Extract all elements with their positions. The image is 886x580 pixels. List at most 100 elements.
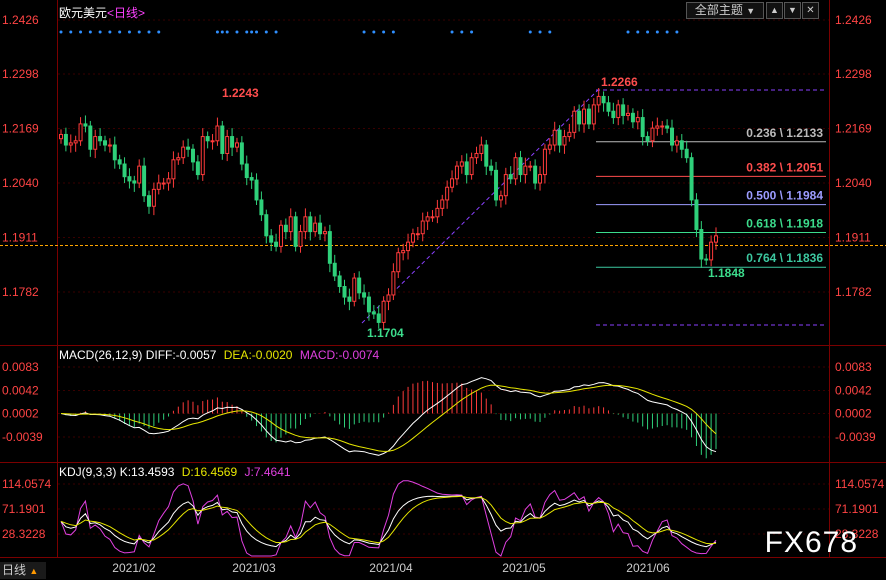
candle-body — [220, 125, 225, 154]
candle-body — [200, 136, 205, 176]
macd-tick-left-2: 0.0002 — [2, 406, 39, 420]
candle-body — [73, 140, 78, 144]
candle-body — [347, 296, 352, 302]
candle-body — [313, 222, 318, 233]
candle-body — [151, 188, 156, 207]
signal-dot — [274, 30, 278, 34]
candle-body — [322, 231, 327, 235]
candle-body — [459, 161, 464, 167]
candle-body — [601, 95, 606, 104]
candle-body — [239, 142, 244, 165]
candle-body — [195, 161, 200, 176]
candle-body — [674, 140, 679, 146]
signal-dot — [391, 30, 395, 34]
candles — [59, 88, 718, 331]
macd-tick-right-2: 0.0002 — [835, 406, 872, 420]
signal-dot — [646, 30, 650, 34]
price-tick-left-5: 1.1782 — [2, 285, 39, 299]
candle-body — [396, 252, 401, 273]
signal-dot — [225, 30, 229, 34]
fib-label-4: 0.764 \ 1.1836 — [746, 251, 823, 265]
signal-dot — [235, 30, 239, 34]
signal-dot — [460, 30, 464, 34]
candle-body — [303, 216, 308, 233]
price-tick-right-5: 1.1782 — [835, 285, 872, 299]
candle-body — [93, 136, 98, 150]
low-annotation-2: 1.1848 — [708, 266, 745, 280]
kdj-title: KDJ(9,3,3) — [59, 465, 117, 479]
candle-body — [660, 125, 665, 128]
signal-dot — [675, 30, 679, 34]
candle-body — [547, 144, 552, 150]
candle-body — [714, 235, 718, 243]
candle-body — [337, 275, 342, 288]
candle-body — [484, 144, 489, 167]
candle-body — [288, 216, 293, 233]
signal-dot — [137, 30, 141, 34]
candle-body — [489, 165, 494, 171]
candle-body — [234, 142, 239, 148]
signal-dot — [220, 30, 224, 34]
signal-dot — [157, 30, 161, 34]
price-tick-left-2: 1.2169 — [2, 122, 39, 136]
kdj-k-label: K:13.4593 — [119, 465, 175, 479]
kdj-j-label: J:7.4641 — [244, 465, 291, 479]
candle-body — [244, 163, 249, 179]
candle-body — [357, 277, 362, 294]
candle-body — [498, 195, 503, 201]
candle-body — [269, 235, 274, 243]
signal-dot — [362, 30, 366, 34]
candle-body — [430, 216, 435, 219]
candle-body — [626, 112, 631, 116]
candle-body — [552, 129, 557, 146]
kdj-tick-right-1: 71.1901 — [835, 502, 879, 516]
candle-body — [210, 140, 215, 143]
chevron-up-icon: ▲ — [29, 566, 39, 576]
candle-body — [68, 142, 73, 146]
candle-body — [186, 146, 191, 150]
kdj-d-label: D:16.4569 — [181, 465, 238, 479]
candle-body — [391, 271, 396, 296]
candle-body — [298, 231, 303, 247]
candle-body — [474, 152, 479, 159]
candle-body — [479, 144, 484, 154]
period-toggle-label: 日线 — [2, 563, 27, 577]
signal-dot — [69, 30, 73, 34]
kdj-legend: KDJ(9,3,3) K:13.4593 D:16.4569 J:7.4641 — [59, 465, 291, 479]
period-toggle-button[interactable]: 日线 ▲ — [0, 562, 46, 579]
candle-body — [352, 277, 357, 302]
macd-tick-right-3: -0.0039 — [835, 430, 876, 444]
candle-body — [293, 216, 298, 247]
trend-line — [361, 89, 599, 324]
candle-body — [259, 199, 264, 216]
candle-body — [694, 199, 699, 230]
candle-body — [538, 174, 543, 184]
candle-body — [630, 112, 635, 123]
signal-dot — [528, 30, 532, 34]
candle-body — [376, 313, 381, 323]
candle-body — [107, 144, 112, 147]
signal-dot — [636, 30, 640, 34]
time-label-1: 2021/03 — [232, 561, 276, 575]
candle-body — [533, 165, 538, 184]
time-axis: 2021/02 2021/03 2021/04 2021/05 2021/06 — [112, 561, 670, 575]
candle-body — [59, 133, 63, 140]
price-tick-right-1: 1.2298 — [835, 67, 872, 81]
signal-dot — [665, 30, 669, 34]
price-tick-left-4: 1.1911 — [2, 231, 38, 245]
macd-title: MACD(26,12,9) — [59, 348, 143, 362]
candle-body — [606, 102, 611, 112]
candle-body — [171, 159, 176, 180]
price-annotations: 1.2243 1.2266 1.1704 1.1848 — [222, 75, 745, 340]
macd-tick-left-0: 0.0083 — [2, 360, 39, 374]
kdj-tick-right-0: 114.0574 — [835, 477, 884, 491]
candle-body — [542, 148, 547, 176]
candle-body — [410, 233, 415, 243]
candle-body — [528, 165, 533, 168]
chart-window: 欧元美元<日线> 全部主题 ▼ ▲ ▼ ✕ 1.2426 1.2426 1.2298… — [0, 0, 886, 580]
candle-body — [63, 133, 68, 146]
candle-body — [332, 262, 337, 277]
macd-tick-right-1: 0.0042 — [835, 384, 872, 398]
watermark-logo: FX678 — [764, 526, 858, 559]
signal-dot — [548, 30, 552, 34]
